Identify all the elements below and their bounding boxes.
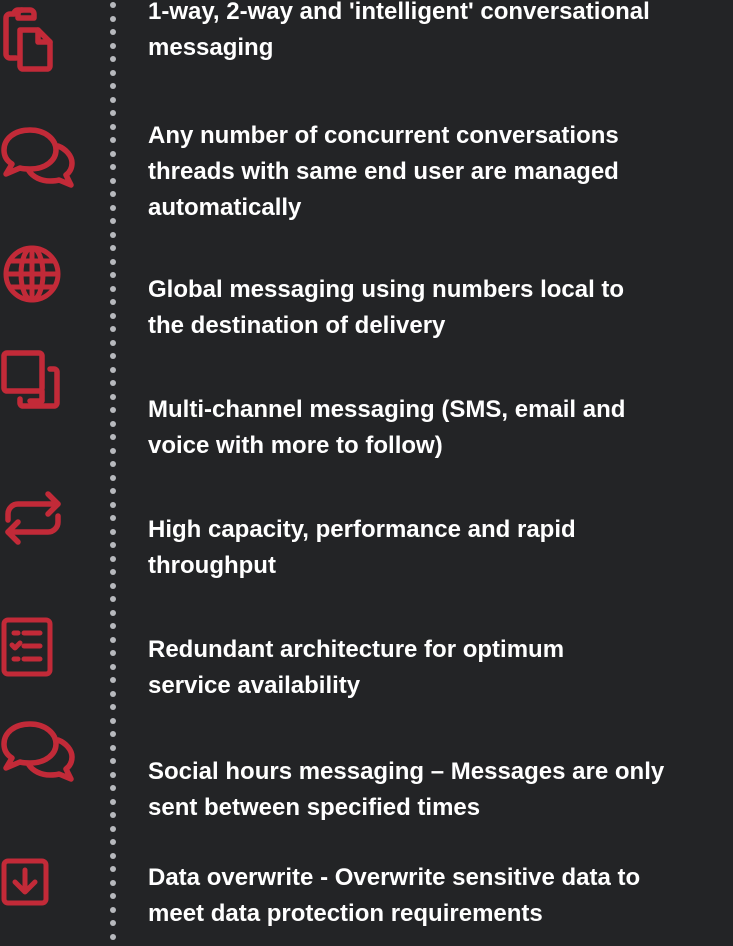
divider-dot [110, 717, 116, 724]
divider-dot [110, 137, 116, 143]
feature-text: Data overwrite - Overwrite sensitive dat… [148, 864, 641, 927]
divider-dot [110, 96, 116, 103]
divider-dot [110, 123, 116, 130]
divider-dot [110, 204, 116, 211]
divider-dot [110, 933, 116, 940]
divider-dot [110, 771, 116, 778]
divider-dot [110, 407, 116, 413]
divider-dot [110, 339, 116, 346]
globe-icon [0, 239, 80, 309]
divider-dot [110, 353, 116, 359]
clipboard-copy-icon [0, 4, 80, 74]
divider-dot [110, 245, 116, 251]
divider-dot [110, 731, 116, 737]
divider-dot [110, 852, 116, 859]
divider-dot [110, 542, 116, 548]
divider-dot [110, 380, 116, 386]
divider-dot [110, 83, 116, 89]
divider-dot [110, 69, 116, 76]
divider-dot [110, 555, 116, 562]
divider-dot [110, 420, 116, 427]
divider-dot [110, 528, 116, 535]
divider-dot [110, 474, 116, 481]
divider-dot [110, 56, 116, 62]
download-box-icon [0, 852, 80, 912]
divider-dot [110, 258, 116, 265]
divider-dot [110, 920, 116, 926]
divider-dot [110, 758, 116, 764]
dotted-divider [108, 0, 118, 946]
divider-dot [110, 609, 116, 616]
divider-dot [110, 218, 116, 224]
divider-dot [110, 393, 116, 400]
divider-dot [110, 839, 116, 845]
divider-dot [110, 177, 116, 184]
divider-dot [110, 812, 116, 818]
divider-dot [110, 663, 116, 670]
chat-bubbles-icon [0, 118, 80, 198]
divider-dot [110, 488, 116, 494]
feature-text: High capacity, performance and rapid thr… [148, 516, 576, 579]
divider-dot [110, 434, 116, 440]
feature-text: Redundant architecture for optimum servi… [148, 636, 565, 699]
feature-text: Multi-channel messaging (SMS, email and … [148, 396, 626, 459]
checklist-icon [0, 612, 80, 682]
divider-dot [110, 2, 116, 8]
divider-dot [110, 299, 116, 305]
divider-dot [110, 650, 116, 656]
repeat-arrows-icon [0, 482, 80, 552]
divider-dot [110, 582, 116, 589]
divider-dot [110, 366, 116, 373]
feature-list-page: 1-way, 2-way and 'intelligent' conversat… [0, 0, 733, 946]
divider-dot [110, 231, 116, 238]
divider-dot [110, 42, 116, 49]
feature-text: 1-way, 2-way and 'intelligent' conversat… [148, 0, 650, 61]
divider-dot [110, 312, 116, 319]
overlapping-squares-icon [0, 346, 80, 416]
divider-dot [110, 461, 116, 467]
divider-dot [110, 150, 116, 157]
chat-bubbles-icon [0, 712, 80, 792]
divider-dot [110, 893, 116, 899]
divider-dot [110, 636, 116, 643]
divider-dot [110, 906, 116, 913]
feature-text: Social hours messaging – Messages are on… [148, 758, 665, 821]
feature-text: Global messaging using numbers local to … [148, 276, 625, 339]
divider-dot [110, 272, 116, 278]
divider-dot [110, 515, 116, 521]
divider-dot [110, 825, 116, 832]
divider-dot [110, 744, 116, 751]
divider-dot [110, 569, 116, 575]
divider-dot [110, 447, 116, 454]
divider-dot [110, 879, 116, 886]
divider-dot [110, 866, 116, 872]
divider-dot [110, 704, 116, 710]
divider-dot [110, 29, 116, 35]
divider-dot [110, 285, 116, 292]
divider-dot [110, 623, 116, 629]
divider-dot [110, 690, 116, 697]
divider-dot [110, 596, 116, 602]
divider-dot [110, 191, 116, 197]
divider-dot [110, 110, 116, 116]
divider-dot [110, 798, 116, 805]
divider-dot [110, 677, 116, 683]
divider-dot [110, 15, 116, 22]
divider-dot [110, 164, 116, 170]
feature-text: Any number of concurrent conversations t… [148, 122, 619, 221]
divider-dot [110, 501, 116, 508]
divider-dot [110, 785, 116, 791]
divider-dot [110, 326, 116, 332]
